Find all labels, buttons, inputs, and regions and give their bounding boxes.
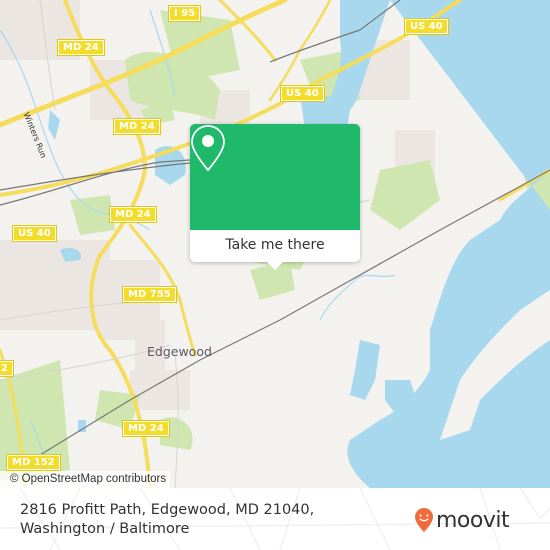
road-shield-md24: MD 24 — [109, 206, 157, 223]
address: 2816 Profitt Path, Edgewood, MD 21040, W… — [20, 501, 314, 539]
road-shield-md152-partial: 2 — [0, 360, 14, 377]
address-line-2: Washington / Baltimore — [20, 521, 190, 537]
take-me-there-button[interactable]: Take me there — [190, 230, 360, 262]
map-attribution[interactable]: © OpenStreetMap contributors — [0, 471, 171, 488]
road-shield-i95: I 95 — [167, 5, 202, 22]
moovit-pin-icon — [415, 508, 433, 532]
moovit-logo-text: moovit — [436, 507, 510, 533]
location-popup: Take me there — [190, 124, 360, 270]
road-shield-us40: US 40 — [280, 85, 325, 102]
location-pin-icon — [191, 125, 225, 172]
road-shield-us40: US 40 — [12, 225, 57, 242]
address-line-1: 2816 Profitt Path, Edgewood, MD 21040, — [20, 502, 315, 518]
place-label-edgewood: Edgewood — [147, 344, 212, 359]
footer: 2816 Profitt Path, Edgewood, MD 21040, W… — [0, 488, 550, 550]
moovit-logo[interactable]: moovit — [414, 504, 510, 536]
road-shield-md24: MD 24 — [122, 420, 170, 437]
road-shield-us40: US 40 — [404, 18, 449, 35]
road-shield-md24: MD 24 — [57, 39, 105, 56]
road-shield-md24: MD 24 — [113, 118, 161, 135]
popup-header — [190, 124, 360, 230]
road-shield-md152: MD 152 — [6, 454, 61, 471]
road-shield-md755: MD 755 — [122, 286, 177, 303]
popup-pointer — [267, 262, 283, 270]
map[interactable]: I 95 MD 24 MD 24 MD 24 MD 24 US 40 US 40… — [0, 0, 550, 488]
